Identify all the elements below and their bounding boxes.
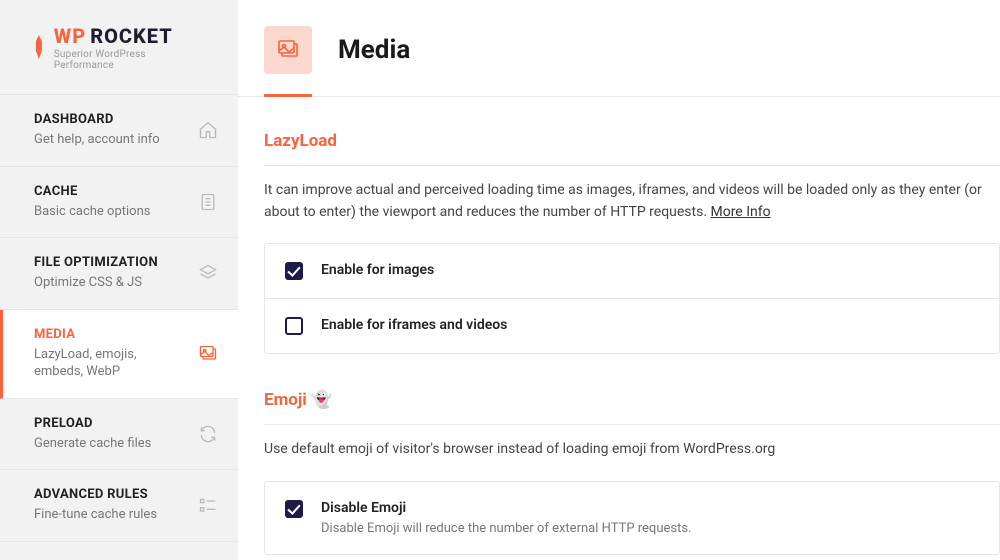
page-title: Media	[338, 35, 410, 65]
section-description: It can improve actual and perceived load…	[264, 165, 1000, 239]
layers-icon	[198, 263, 218, 283]
option-disable-emoji[interactable]: Disable Emoji Disable Emoji will reduce …	[265, 482, 999, 554]
option-label: Disable Emoji	[321, 500, 691, 516]
nav-item-media[interactable]: MEDIA LazyLoad, emojis, embeds, WebP	[0, 310, 238, 399]
checkbox[interactable]	[285, 500, 303, 518]
section-lazyload: LazyLoad It can improve actual and perce…	[264, 131, 1000, 354]
nav-item-cache[interactable]: CACHE Basic cache options	[0, 167, 238, 239]
nav-sub: Optimize CSS & JS	[34, 274, 158, 292]
main: Media LazyLoad It can improve actual and…	[238, 0, 1000, 560]
nav-title: CACHE	[34, 184, 150, 199]
nav-item-advanced-rules[interactable]: ADVANCED RULES Fine-tune cache rules	[0, 470, 238, 542]
nav-sub: Generate cache files	[34, 435, 151, 453]
nav-sub: Fine-tune cache rules	[34, 506, 157, 524]
nav-item-file-optimization[interactable]: FILE OPTIMIZATION Optimize CSS & JS	[0, 238, 238, 310]
nav-item-preload[interactable]: PRELOAD Generate cache files	[0, 399, 238, 471]
file-icon	[198, 192, 218, 212]
nav-sub: Get help, account info	[34, 131, 160, 149]
refresh-icon	[198, 424, 218, 444]
home-icon	[198, 120, 218, 140]
section-heading: LazyLoad	[264, 131, 1000, 151]
nav-sub: Basic cache options	[34, 203, 150, 221]
content: LazyLoad It can improve actual and perce…	[238, 97, 1000, 555]
nav-title: PRELOAD	[34, 416, 151, 431]
rocket-icon	[32, 35, 46, 59]
tab-indicator	[264, 94, 312, 97]
option-sublabel: Disable Emoji will reduce the number of …	[321, 521, 691, 536]
sidebar: WPROCKET Superior WordPress Performance …	[0, 0, 238, 560]
section-description: Use default emoji of visitor's browser i…	[264, 424, 1000, 477]
option-enable-images[interactable]: Enable for images	[265, 244, 999, 298]
nav: DASHBOARD Get help, account info CACHE Bas…	[0, 95, 238, 542]
nav-title: MEDIA	[34, 327, 174, 342]
page-icon-box	[264, 26, 312, 74]
checkbox[interactable]	[285, 317, 303, 335]
media-icon	[276, 38, 300, 62]
list-icon	[198, 496, 218, 516]
logo-tagline: Superior WordPress Performance	[54, 49, 206, 71]
nav-sub: LazyLoad, emojis, embeds, WebP	[34, 346, 174, 381]
options-box: Enable for images Enable for iframes and…	[264, 243, 1000, 354]
nav-title: ADVANCED RULES	[34, 487, 157, 502]
option-enable-iframes[interactable]: Enable for iframes and videos	[265, 298, 999, 353]
more-info-link[interactable]: More Info	[710, 204, 770, 220]
logo-rocket: ROCKET	[90, 24, 173, 48]
nav-title: FILE OPTIMIZATION	[34, 255, 158, 270]
section-heading: Emoji 👻	[264, 390, 1000, 410]
nav-title: DASHBOARD	[34, 112, 160, 127]
page-header: Media	[238, 0, 1000, 97]
media-icon	[198, 344, 218, 364]
option-label: Enable for images	[321, 262, 434, 278]
logo-wp: WP	[54, 24, 86, 48]
checkbox[interactable]	[285, 262, 303, 280]
option-label: Enable for iframes and videos	[321, 317, 507, 333]
logo: WPROCKET Superior WordPress Performance	[0, 0, 238, 95]
options-box: Disable Emoji Disable Emoji will reduce …	[264, 481, 1000, 555]
section-emoji: Emoji 👻 Use default emoji of visitor's b…	[264, 390, 1000, 555]
nav-item-dashboard[interactable]: DASHBOARD Get help, account info	[0, 95, 238, 167]
